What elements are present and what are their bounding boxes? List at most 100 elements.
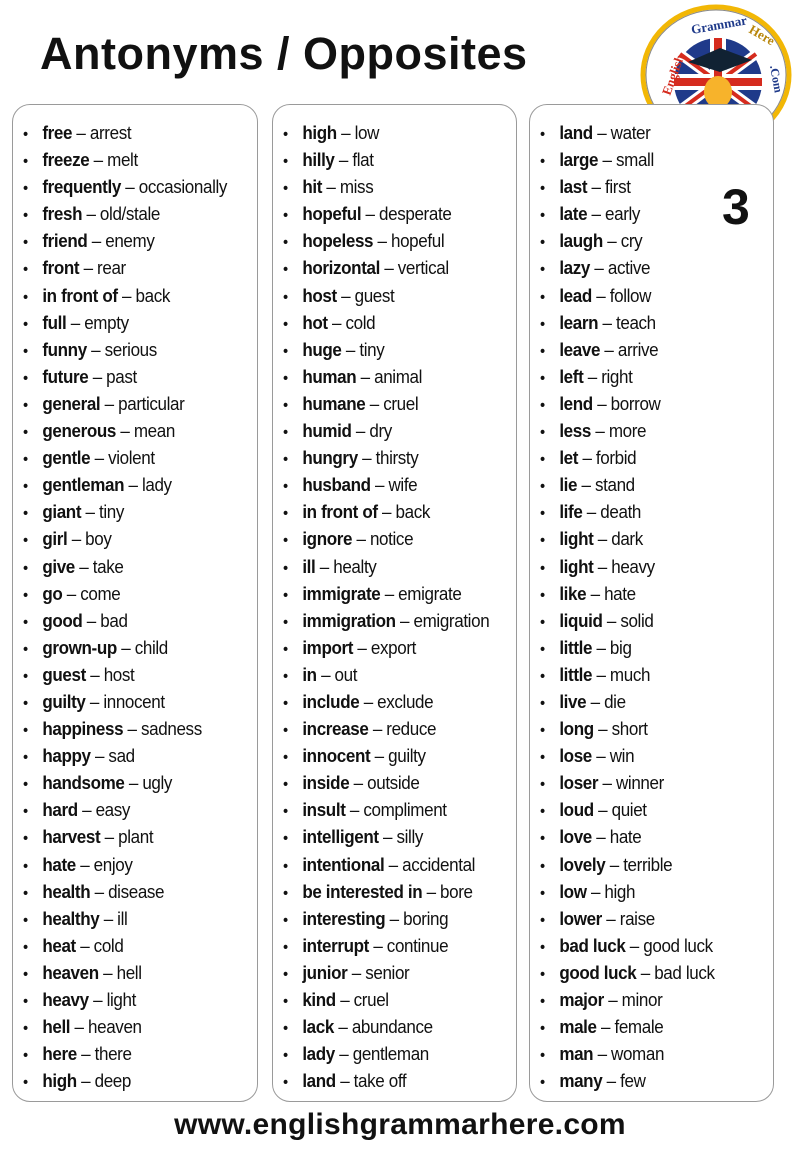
word: healthy [42, 907, 100, 929]
bullet-icon: • [283, 126, 288, 143]
bullet-icon: • [283, 532, 288, 550]
bullet-icon: • [283, 261, 288, 279]
separator: – [349, 772, 368, 794]
antonym-pair: • in – out [283, 661, 497, 688]
antonym-pair: • left – right [540, 363, 754, 390]
opposite: exclude [377, 690, 434, 712]
bullet-icon: • [23, 803, 28, 821]
antonym-pair: • heat – cold [23, 932, 238, 959]
antonym-pair: • immigrate – emigrate [283, 580, 497, 607]
bullet-icon: • [540, 234, 545, 252]
antonym-pair: • loser – winner [540, 769, 754, 796]
bullet-icon: • [283, 694, 288, 712]
opposite: teach [615, 311, 656, 333]
separator: – [586, 880, 605, 902]
bullet-icon: • [23, 776, 28, 794]
bullet-icon: • [540, 965, 545, 983]
opposite: accidental [402, 853, 476, 875]
bullet-icon: • [23, 478, 28, 496]
antonym-pair: • lose – win [540, 742, 754, 769]
bullet-icon: • [283, 451, 288, 469]
antonym-pair: • harvest – plant [23, 823, 238, 850]
antonym-pair: • here – there [23, 1040, 238, 1067]
bullet-icon: • [540, 505, 545, 523]
bullet-icon: • [23, 857, 28, 875]
opposite: short [611, 718, 648, 740]
bullet-icon: • [23, 261, 28, 279]
bullet-icon: • [283, 965, 288, 983]
separator: – [76, 1043, 95, 1065]
separator: – [600, 338, 618, 360]
word: lend [559, 392, 593, 414]
antonym-pair: • intentional – accidental [283, 851, 497, 878]
antonym-pair: • loud – quiet [540, 796, 754, 823]
word: many [559, 1070, 603, 1092]
separator: – [81, 501, 99, 523]
separator: – [88, 365, 107, 387]
bullet-icon: • [23, 640, 28, 658]
word: light [559, 555, 594, 577]
antonym-pair: • less – more [540, 417, 754, 444]
antonym-pair: • give – take [23, 553, 238, 580]
separator: – [373, 230, 391, 252]
word: loser [559, 772, 599, 794]
opposite: outside [367, 772, 420, 794]
word: free [42, 122, 73, 143]
separator: – [74, 555, 93, 577]
bullet-icon: • [23, 424, 28, 442]
word: hopeless [302, 230, 374, 252]
word: learn [559, 311, 599, 333]
antonym-pair: • free – arrest [23, 119, 238, 146]
separator: – [85, 663, 104, 685]
opposite: lady [141, 474, 172, 496]
word: husband [302, 474, 371, 496]
antonym-pair: • high – deep [23, 1067, 238, 1094]
opposite: silly [396, 826, 424, 848]
separator: – [378, 826, 397, 848]
antonym-pair: • increase – reduce [283, 715, 497, 742]
antonym-pair: • interesting – boring [283, 905, 497, 932]
antonym-pair: • immigration – emigration [283, 607, 497, 634]
opposite: die [604, 690, 626, 712]
bullet-icon: • [540, 288, 545, 306]
separator: – [605, 853, 624, 875]
opposite: come [80, 582, 121, 604]
antonym-pair: • gentle – violent [23, 444, 238, 471]
antonym-pair: • long – short [540, 715, 754, 742]
bullet-icon: • [540, 1074, 545, 1092]
opposite: minor [621, 989, 663, 1010]
opposite: innocent [103, 690, 165, 712]
bullet-icon: • [23, 315, 28, 333]
opposite: easy [95, 799, 131, 821]
opposite: arrive [617, 338, 659, 360]
separator: – [75, 853, 94, 875]
bullet-icon: • [283, 559, 288, 577]
antonym-pair: • hate – enjoy [23, 851, 238, 878]
bullet-icon: • [283, 288, 288, 306]
word: leave [559, 338, 601, 360]
separator: – [86, 338, 105, 360]
opposite: more [608, 420, 647, 442]
word: life [559, 501, 583, 523]
bullet-icon: • [540, 640, 545, 658]
bullet-icon: • [283, 586, 288, 604]
antonym-pair: • guilty – innocent [23, 688, 238, 715]
antonym-pair: • health – disease [23, 878, 238, 905]
antonym-pair: • large – small [540, 146, 754, 173]
word: last [559, 176, 588, 198]
antonym-pair: • lovely – terrible [540, 851, 754, 878]
antonym-pair: • little – big [540, 634, 754, 661]
opposite: guest [354, 284, 395, 306]
bullet-icon: • [23, 667, 28, 685]
bullet-icon: • [540, 153, 545, 171]
opposite: gentleman [352, 1043, 430, 1065]
separator: – [379, 257, 398, 279]
separator: – [76, 1070, 95, 1092]
separator: – [592, 636, 610, 658]
opposite: thirsty [375, 447, 419, 469]
bullet-icon: • [540, 613, 545, 631]
bullet-icon: • [540, 559, 545, 577]
separator: – [315, 555, 334, 577]
opposite: old/stale [99, 203, 161, 225]
bullet-icon: • [283, 180, 288, 198]
